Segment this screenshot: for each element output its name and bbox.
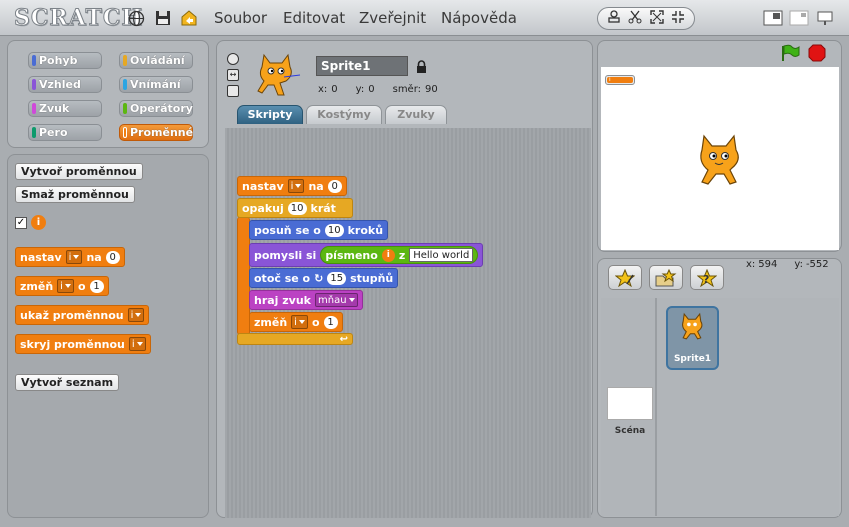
sprite-name-field[interactable]: Sprite1 [316,56,408,76]
rotation-none-icon[interactable] [227,85,239,97]
shrink-icon[interactable] [671,10,685,27]
globe-icon[interactable] [127,9,145,27]
small-stage-icon[interactable] [789,10,809,26]
green-flag-icon[interactable] [780,44,800,65]
script-change-block[interactable]: změň i o 1 [249,312,343,332]
category-motion[interactable]: Pohyb [28,52,102,69]
tab-sounds[interactable]: Zvuky [385,105,447,124]
letter-of-operator[interactable]: písmeno i z Hello world [320,246,479,264]
share-icon[interactable] [180,9,198,27]
paint-new-sprite-button[interactable] [608,265,642,290]
sprite-info: x: 0 y: 0 směr: 90 [318,84,438,95]
sprite-thumbnail [254,51,302,100]
script-think-block[interactable]: pomysli si písmeno i z Hello world [249,243,484,267]
sprite-tile-label: Sprite1 [673,354,712,364]
surprise-sprite-button[interactable]: ? [690,265,724,290]
script-turn-block[interactable]: otoč se o ↻ 15 stupňů [249,268,399,288]
delete-variable-button[interactable]: Smaž proměnnou [15,186,135,203]
save-icon[interactable] [154,9,172,27]
sprite-list-divider [655,298,657,516]
category-sound[interactable]: Zvuk [28,100,102,117]
turn-right-icon: ↻ [314,271,324,285]
menu-help[interactable]: Nápověda [441,9,517,27]
svg-text:?: ? [703,273,709,286]
category-sensing[interactable]: Vnímání [119,76,193,93]
variable-checkbox[interactable]: ✓ [15,217,27,229]
rotation-flip-icon[interactable]: ↔ [227,69,239,81]
variable-dropdown[interactable]: i [65,250,83,264]
variable-dropdown[interactable]: i [127,308,145,322]
menu-file[interactable]: Soubor [214,9,267,27]
variable-dropdown[interactable]: i [128,337,146,351]
mouse-coordinates: x: 594 y: -552 [746,259,829,270]
variable-monitor[interactable]: i [605,75,635,85]
script-repeat-block[interactable]: opakuj 10 krát [237,198,353,218]
menu-edit[interactable]: Editovat [283,9,345,27]
change-variable-block[interactable]: změň i o 1 [15,276,109,296]
stage-mode-switch [763,10,835,26]
category-pen[interactable]: Pero [28,124,102,141]
choose-sprite-from-file-button[interactable] [649,265,683,290]
script-set-block[interactable]: nastav i na 0 [237,176,347,196]
scissors-icon[interactable] [628,10,642,27]
block-categories: Pohyb Ovládání Vzhled Vnímání Zvuk Operá… [7,40,209,148]
repeat-block-end: ↩ [237,333,353,345]
category-operators[interactable]: Operátory [119,100,193,117]
stage-thumbnail[interactable] [607,387,653,420]
category-looks[interactable]: Vzhled [28,76,102,93]
category-variables[interactable]: Proměnné [119,124,193,141]
stop-icon[interactable] [808,44,826,65]
loop-arrow-icon: ↩ [339,333,348,345]
menu-share[interactable]: Zveřejnit [359,9,426,27]
sprite-thumbnail-icon [678,312,708,345]
scratch-logo: SCRATCH [13,5,144,32]
variable-dropdown[interactable]: i [57,279,74,293]
tab-scripts[interactable]: Skripty [237,105,303,124]
block-palette: Vytvoř proměnnou Smaž proměnnou ✓ i nast… [7,154,209,518]
tab-costumes[interactable]: Kostýmy [306,105,382,124]
grow-icon[interactable] [650,10,664,27]
show-variable-block[interactable]: ukaž proměnnou i [15,305,150,325]
stamp-icon[interactable] [607,10,621,27]
make-variable-button[interactable]: Vytvoř proměnnou [15,163,143,180]
rotation-full-icon[interactable] [227,53,239,65]
make-list-button[interactable]: Vytvoř seznam [15,374,120,391]
sprite-tile-sprite1[interactable]: Sprite1 [666,306,719,370]
normal-stage-icon[interactable] [763,10,783,26]
presentation-mode-icon[interactable] [815,10,835,26]
menu-bar: SCRATCH Soubor Editovat Zveřejnit Nápově… [0,0,849,36]
category-control[interactable]: Ovládání [119,52,193,69]
stage-thumbnail-label: Scéna [614,426,646,436]
stage-sprite-cat[interactable] [696,132,746,193]
tool-group [597,7,695,30]
script-play-sound-block[interactable]: hraj zvuk mňau [249,290,363,310]
script-move-block[interactable]: posuň se o 10 kroků [249,220,389,240]
lock-icon[interactable] [416,60,427,77]
hide-variable-block[interactable]: skryj proměnnou i [15,334,151,354]
set-variable-block[interactable]: nastav i na 0 [15,247,125,267]
variable-reporter[interactable]: i [31,215,46,230]
